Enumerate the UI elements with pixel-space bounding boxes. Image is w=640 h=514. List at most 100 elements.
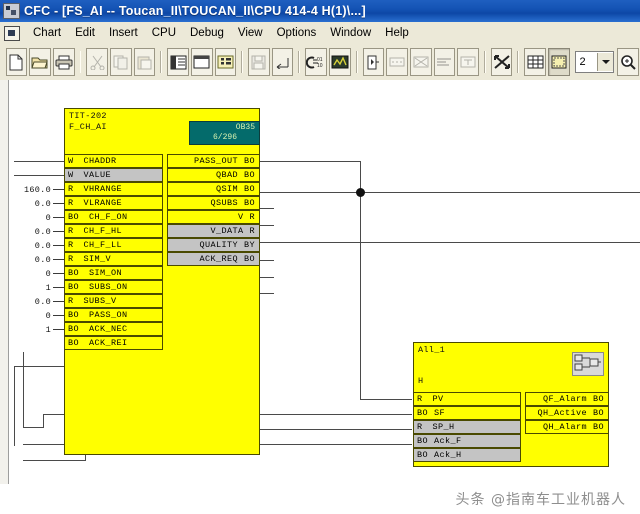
menu-item-chart[interactable]: Chart <box>26 25 68 41</box>
download-button[interactable] <box>271 48 294 76</box>
align-button[interactable] <box>433 48 456 76</box>
input-pin-subs-v[interactable]: R SUBS_V <box>64 294 163 308</box>
input-pin-sim-v[interactable]: R SIM_V <box>64 252 163 266</box>
zoom-level-combo[interactable]: 2 <box>574 51 615 73</box>
cut-button[interactable] <box>86 48 109 76</box>
output-pin-qh-active[interactable]: QH_Active BO <box>525 406 609 420</box>
print-button[interactable] <box>52 48 75 76</box>
insert-input-icon <box>389 55 405 69</box>
pin-type: R <box>68 296 74 306</box>
pin-type: R <box>68 226 74 236</box>
menu-item-cpu[interactable]: CPU <box>145 25 183 41</box>
input-pin-pass-on[interactable]: BO PASS_ON <box>64 308 163 322</box>
input-pin-vhrange[interactable]: R VHRANGE <box>64 182 163 196</box>
sheet-frame-icon <box>551 55 567 69</box>
input-stub-ch-f-on <box>53 217 64 218</box>
output-pin-v[interactable]: V R <box>167 210 260 224</box>
output-pin-pass-out[interactable]: PASS_OUT BO <box>167 154 260 168</box>
insert-cross-button[interactable] <box>409 48 432 76</box>
menu-item-debug[interactable]: Debug <box>183 25 231 41</box>
overview-window-icon <box>193 55 210 69</box>
overview-button[interactable] <box>190 48 213 76</box>
input-pin-ch-f-on[interactable]: BO CH_F_ON <box>64 210 163 224</box>
pin-label: PV <box>432 394 444 404</box>
save-compile-button[interactable] <box>247 48 270 76</box>
pin-label: VLRANGE <box>83 198 123 208</box>
input-stub-subs-v <box>53 301 64 302</box>
input-value-vlrange: 0.0 <box>34 199 51 209</box>
input-pin-ack-nec[interactable]: BO ACK_NEC <box>64 322 163 336</box>
menu-item-edit[interactable]: Edit <box>68 25 102 41</box>
input-pin-all1-sf[interactable]: BO SF <box>413 406 521 420</box>
input-pin-all1-sp-h[interactable]: R SP_H <box>413 420 521 434</box>
input-pin-ch-f-hl[interactable]: R CH_F_HL <box>64 224 163 238</box>
copy-button[interactable] <box>110 48 132 76</box>
input-pin-value[interactable]: W VALUE <box>64 168 163 182</box>
chart-sheet[interactable]: TIT-202 F_CH_AI OB35 6/296 W CHADDR W VA… <box>9 80 640 484</box>
input-stub-pass-on <box>53 315 64 316</box>
chevron-down-icon[interactable] <box>597 53 614 71</box>
input-pin-ch-f-ll[interactable]: R CH_F_LL <box>64 238 163 252</box>
optimize-button[interactable] <box>490 48 513 76</box>
input-value-vhrange: 160.0 <box>23 185 51 195</box>
zoom-in-button[interactable] <box>617 48 640 76</box>
block-type: H <box>418 376 424 386</box>
pin-label: SF <box>434 408 446 418</box>
new-chart-button[interactable] <box>5 48 28 76</box>
open-chart-button[interactable] <box>29 48 51 76</box>
pin-label: CH_F_ON <box>89 212 128 222</box>
test-mode-button[interactable] <box>329 48 351 76</box>
pin-type: BO <box>243 198 255 208</box>
pin-label: Ack_F <box>434 436 462 446</box>
input-pin-all1-pv[interactable]: R PV <box>413 392 521 406</box>
monitor-icon <box>366 55 380 70</box>
menu-item-window[interactable]: Window <box>323 25 378 41</box>
input-pin-subs-on[interactable]: BO SUBS_ON <box>64 280 163 294</box>
paste-button[interactable] <box>133 48 156 76</box>
monitor-button[interactable] <box>362 48 385 76</box>
input-stub-ch-f-hl <box>53 231 64 232</box>
grid-button[interactable] <box>524 48 546 76</box>
svg-text:10: 10 <box>317 63 323 69</box>
download-arrow-icon <box>274 56 291 69</box>
output-pin-quality[interactable]: QUALITY BY <box>167 238 260 252</box>
new-document-icon <box>8 54 24 71</box>
menu-item-insert[interactable]: Insert <box>102 25 145 41</box>
output-pin-qsim[interactable]: QSIM BO <box>167 182 260 196</box>
pin-type: BO <box>417 450 429 460</box>
chart-icon[interactable] <box>4 25 20 41</box>
output-pin-ack-req[interactable]: ACK_REQ BO <box>167 252 260 266</box>
output-pin-v-data[interactable]: V_DATA R <box>167 224 260 238</box>
watermark-text: 头条 @指南车工业机器人 <box>455 492 626 508</box>
input-stub-subs-on <box>53 287 64 288</box>
input-pin-all1-ack-h[interactable]: BO Ack_H <box>413 448 521 462</box>
pin-label: QBAD <box>215 170 238 180</box>
pin-type: W <box>68 156 74 166</box>
menu-item-options[interactable]: Options <box>270 25 324 41</box>
input-pin-all1-ack-f[interactable]: BO Ack_F <box>413 434 521 448</box>
menu-item-view[interactable]: View <box>231 25 270 41</box>
output-pin-qh-alarm[interactable]: QH_Alarm BO <box>525 420 609 434</box>
chart-canvas[interactable]: TIT-202 F_CH_AI OB35 6/296 W CHADDR W VA… <box>0 80 640 484</box>
insert-input-button[interactable] <box>386 48 408 76</box>
wire-v-out <box>260 242 640 243</box>
output-pin-qbad[interactable]: QBAD BO <box>167 168 260 182</box>
sheet-bar-button[interactable] <box>547 48 570 76</box>
input-pin-ack-rei[interactable]: BO ACK_REI <box>64 336 163 350</box>
menu-item-help[interactable]: Help <box>378 25 416 41</box>
sheet-view-button[interactable] <box>167 48 189 76</box>
input-pin-vlrange[interactable]: R VLRANGE <box>64 196 163 210</box>
output-pin-qsubs[interactable]: QSUBS BO <box>167 196 260 210</box>
input-stub-vhrange <box>53 189 64 190</box>
block-logic-icon <box>572 352 604 376</box>
wire-bus-3 <box>23 460 85 461</box>
cfc-application-window: CFC - [FS_AI -- Toucan_II\TOUCAN_II\CPU … <box>0 0 640 514</box>
pin-label: QUALITY <box>199 240 238 250</box>
text-button[interactable] <box>457 48 479 76</box>
catalog-button[interactable] <box>214 48 237 76</box>
input-pin-sim-on[interactable]: BO SIM_ON <box>64 266 163 280</box>
output-pin-qf-alarm[interactable]: QF_Alarm BO <box>525 392 609 406</box>
input-stub-vlrange <box>53 203 64 204</box>
compile-button[interactable]: 01 10 <box>305 48 328 76</box>
input-pin-chaddr[interactable]: W CHADDR <box>64 154 163 168</box>
